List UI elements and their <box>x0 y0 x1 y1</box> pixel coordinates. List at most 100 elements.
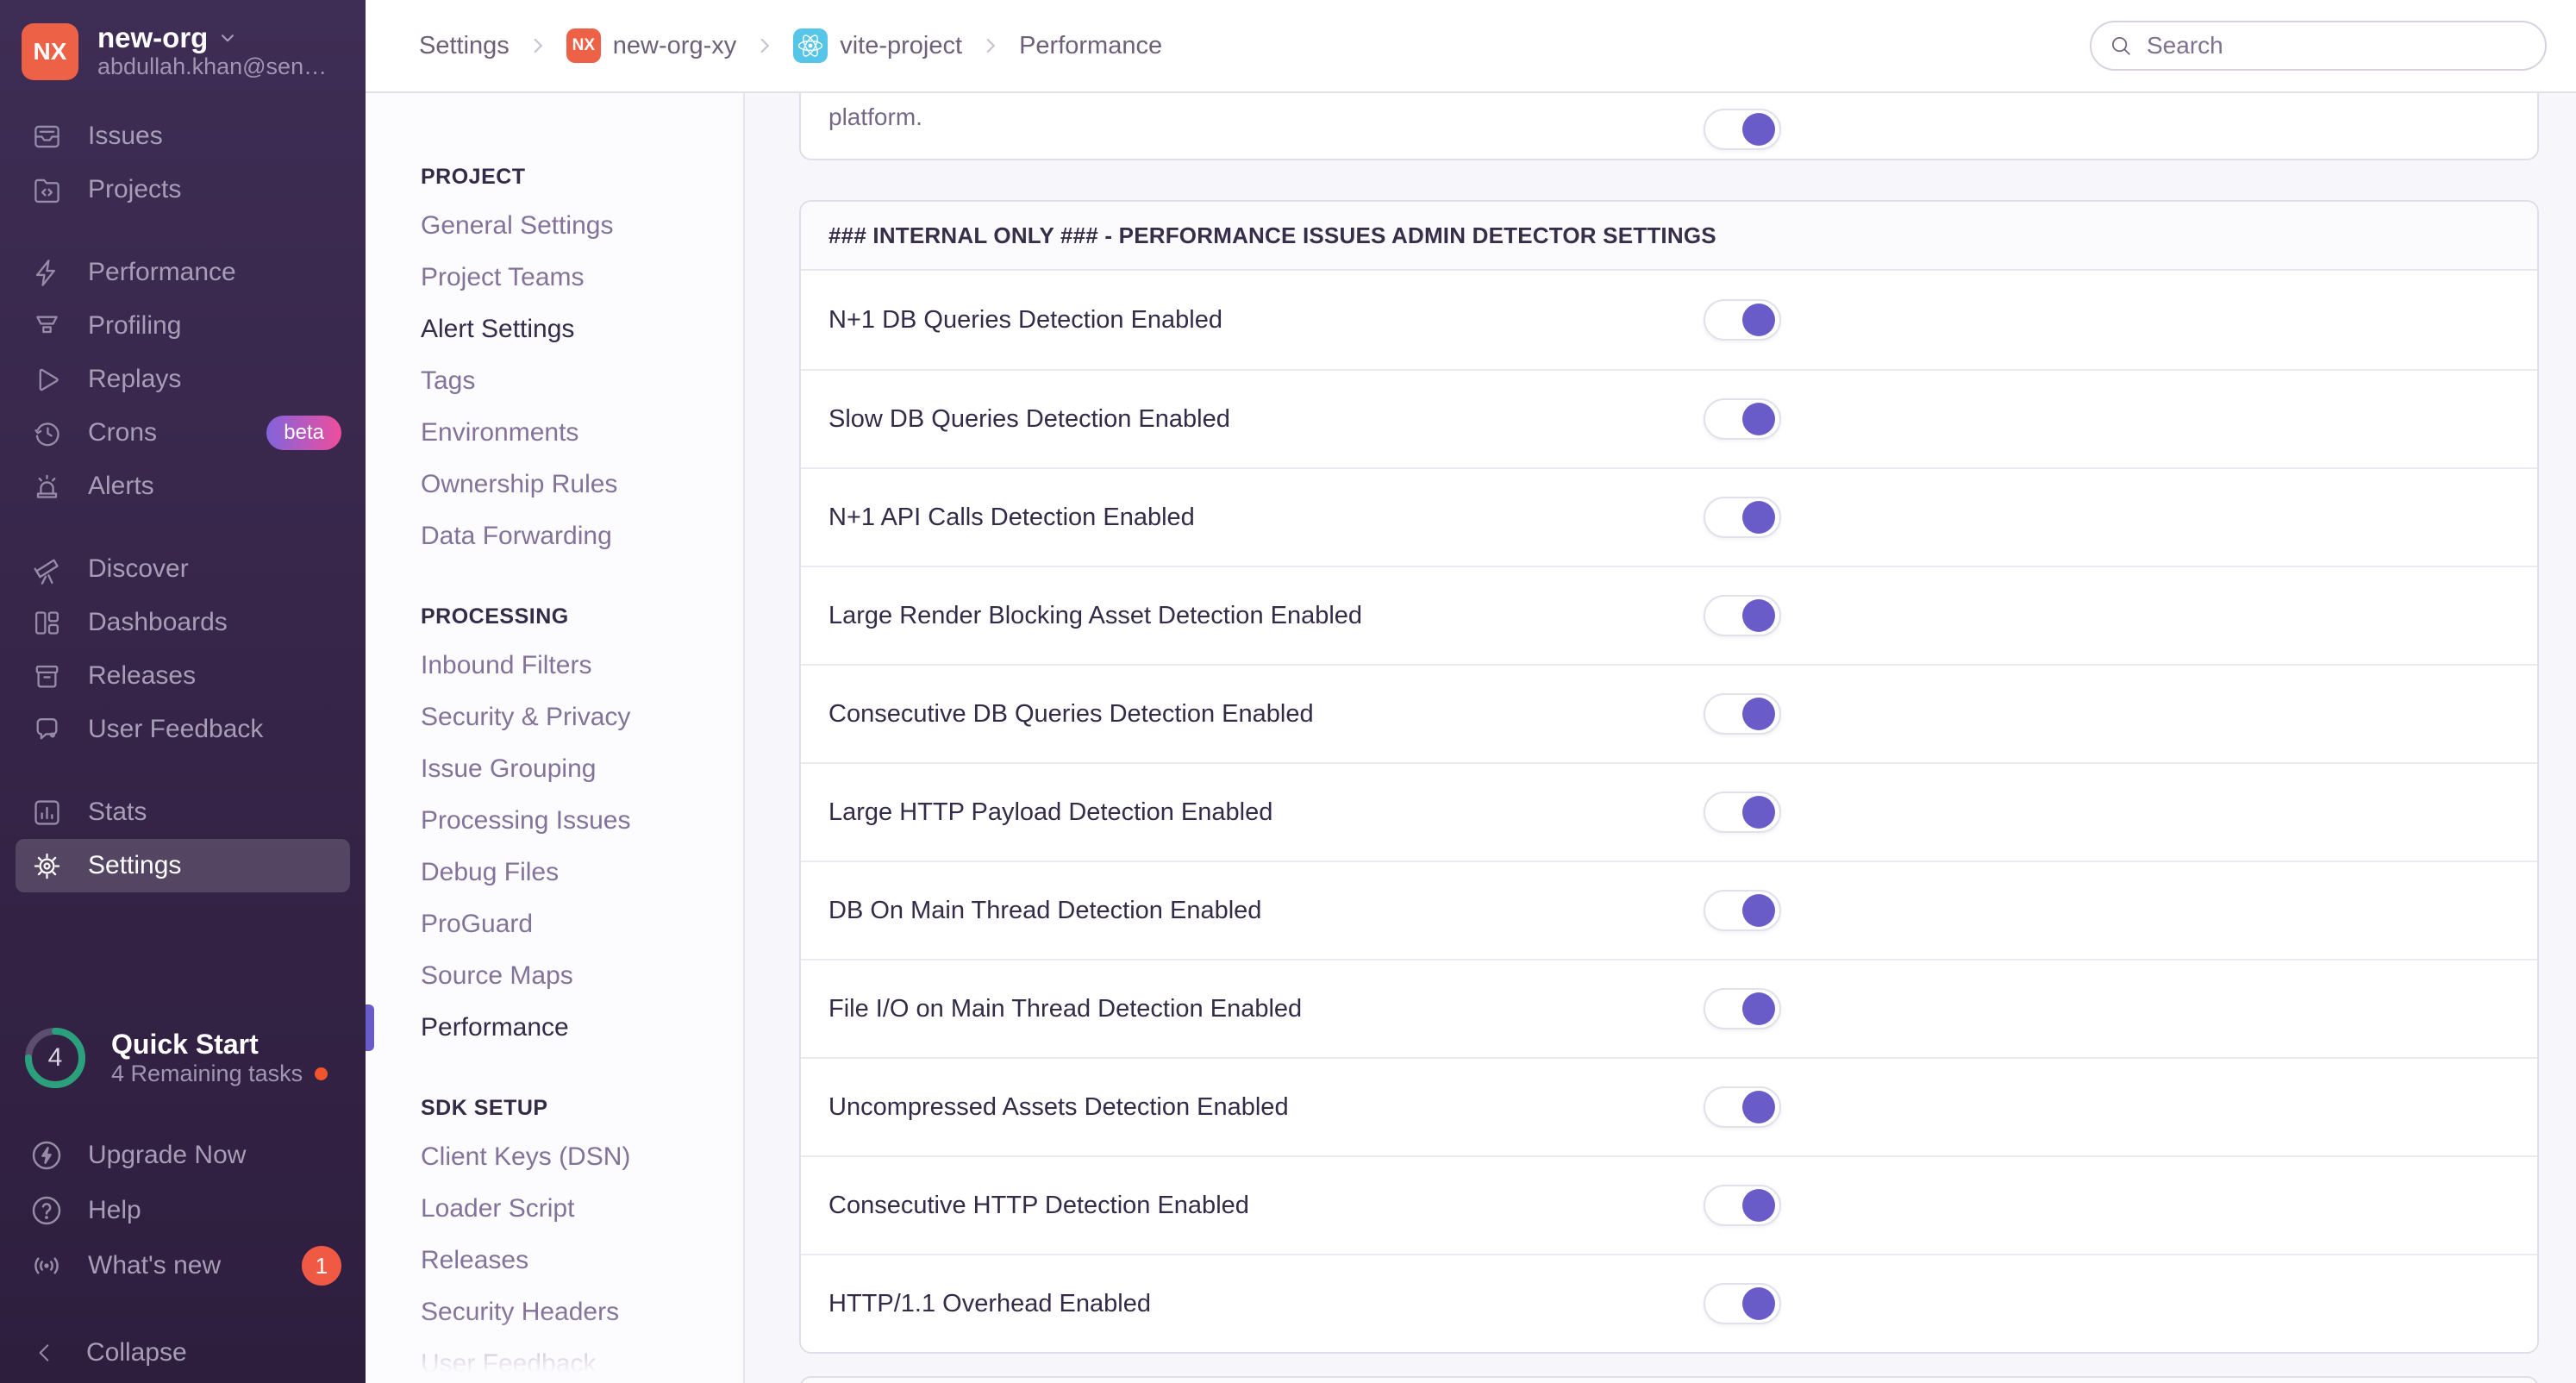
quick-start[interactable]: 4 Quick Start 4 Remaining tasks <box>22 1024 347 1092</box>
notification-dot <box>315 1067 328 1080</box>
breadcrumb-current: Performance <box>1019 31 1163 59</box>
sidebar-item[interactable]: Crons beta <box>16 406 350 460</box>
quick-start-title: Quick Start <box>111 1029 259 1061</box>
subnav-item[interactable]: General Settings <box>421 200 726 252</box>
setting-row: N+1 API Calls Detection Enabled <box>801 467 2537 566</box>
sidebar-item-label: Performance <box>88 258 236 287</box>
setting-toggle[interactable] <box>1704 890 1781 931</box>
sidebar-item[interactable]: Performance <box>16 246 350 299</box>
setting-rows: N+1 DB Queries Detection Enabled Slow DB… <box>801 271 2537 1352</box>
sidebar-item-label: Discover <box>88 554 189 584</box>
subnav-item[interactable]: Processing Issues <box>421 795 726 847</box>
setting-toggle[interactable] <box>1704 792 1781 833</box>
setting-label: Slow DB Queries Detection Enabled <box>828 404 1230 433</box>
subnav-item[interactable]: User Feedback <box>421 1338 726 1383</box>
subnav-items: General Settings Project Teams Alert Set… <box>421 200 726 562</box>
sidebar-item[interactable]: Alerts <box>16 460 350 513</box>
setting-label: N+1 DB Queries Detection Enabled <box>828 305 1223 334</box>
breadcrumb-project-label: vite-project <box>840 31 963 59</box>
setting-row: HTTP/1.1 Overhead Enabled <box>801 1254 2537 1352</box>
sidebar-item[interactable]: Releases <box>16 649 350 703</box>
sidebar-item[interactable]: Projects <box>16 163 350 216</box>
sidebar-footer-item[interactable]: Help <box>16 1183 350 1238</box>
upgrade-icon <box>29 1138 64 1173</box>
toggle-knob <box>1742 894 1775 927</box>
subnav-item[interactable]: Source Maps <box>421 950 726 1002</box>
setting-label: DB On Main Thread Detection Enabled <box>828 896 1262 924</box>
subnav-item[interactable]: Security & Privacy <box>421 692 726 743</box>
sidebar-item[interactable]: Replays <box>16 353 350 406</box>
subnav-item[interactable]: Data Forwarding <box>421 510 726 562</box>
sidebar-item[interactable]: Settings <box>16 839 350 893</box>
toggle-knob <box>1742 1189 1775 1222</box>
subnav-item[interactable]: Client Keys (DSN) <box>421 1131 726 1183</box>
alerts-icon <box>29 471 64 503</box>
search-input[interactable] <box>2145 31 2533 60</box>
sidebar-group: Performance Profiling Replays Crons beta… <box>0 246 366 513</box>
setting-toggle[interactable] <box>1704 693 1781 735</box>
setting-toggle[interactable] <box>1704 497 1781 538</box>
sidebar-item[interactable]: Issues <box>16 110 350 163</box>
breadcrumb-settings[interactable]: Settings <box>419 32 510 60</box>
setting-toggle[interactable] <box>1704 988 1781 1029</box>
toggle-knob <box>1742 113 1775 146</box>
setting-label: Consecutive HTTP Detection Enabled <box>828 1191 1249 1219</box>
sidebar-item[interactable]: Dashboards <box>16 596 350 649</box>
subnav-item[interactable]: Loader Script <box>421 1183 726 1235</box>
setting-label: File I/O on Main Thread Detection Enable… <box>828 994 1303 1023</box>
subnav-items: Inbound Filters Security & Privacy Issue… <box>366 640 726 1054</box>
toggle-knob <box>1742 599 1775 632</box>
setting-toggle[interactable] <box>1704 1086 1781 1128</box>
subnav-items: Client Keys (DSN) Loader Script Releases… <box>421 1131 726 1383</box>
breadcrumb-project[interactable]: vite-project <box>793 28 962 63</box>
setting-toggle[interactable] <box>1704 1185 1781 1226</box>
setting-label: N+1 API Calls Detection Enabled <box>828 503 1195 531</box>
quick-start-subtitle: 4 Remaining tasks <box>111 1060 303 1086</box>
subnav-item[interactable]: Environments <box>421 407 726 459</box>
sidebar-footer-item[interactable]: Upgrade Now <box>16 1128 350 1183</box>
subnav-item[interactable]: Alert Settings <box>421 304 726 355</box>
setting-toggle[interactable] <box>1704 299 1781 341</box>
subnav-item[interactable]: Performance <box>366 1002 726 1054</box>
chevron-down-icon <box>216 27 239 49</box>
sidebar-footer-item[interactable]: What's new 1 <box>16 1238 350 1293</box>
subnav-item[interactable]: Releases <box>421 1235 726 1286</box>
chevron-right-icon <box>527 34 549 57</box>
subnav-item[interactable]: ProGuard <box>421 898 726 950</box>
breadcrumb-org[interactable]: NX new-org-xy <box>566 28 736 63</box>
setting-label: Large Render Blocking Asset Detection En… <box>828 601 1363 629</box>
setting-toggle[interactable] <box>1704 398 1781 440</box>
subnav-section-sdk-setup: SDK SETUP Client Keys (DSN) Loader Scrip… <box>421 1085 726 1383</box>
discover-icon <box>29 554 64 585</box>
clipped-toggle[interactable] <box>1704 109 1781 150</box>
clipped-description: platform. <box>828 103 922 130</box>
stats-icon <box>29 797 64 829</box>
breadcrumb-org-label: new-org-xy <box>612 31 737 59</box>
setting-row: Consecutive DB Queries Detection Enabled <box>801 664 2537 762</box>
issues-icon <box>29 121 64 153</box>
subnav-item[interactable]: Tags <box>421 355 726 407</box>
subnav-item[interactable]: Inbound Filters <box>421 640 726 692</box>
subnav-item[interactable]: Issue Grouping <box>421 743 726 795</box>
setting-toggle[interactable] <box>1704 1283 1781 1324</box>
subnav-item[interactable]: Ownership Rules <box>421 459 726 510</box>
subnav-item[interactable]: Security Headers <box>421 1286 726 1338</box>
sidebar-item[interactable]: Discover <box>16 542 350 596</box>
sidebar-item[interactable]: Profiling <box>16 299 350 353</box>
org-email: abdullah.khan@sen… <box>97 53 328 80</box>
sidebar-group: Issues Projects <box>0 110 366 216</box>
setting-toggle[interactable] <box>1704 595 1781 636</box>
sidebar-item[interactable]: Stats <box>16 785 350 839</box>
help-icon <box>29 1193 64 1228</box>
setting-label: Consecutive DB Queries Detection Enabled <box>828 699 1314 728</box>
subnav-item[interactable]: Project Teams <box>421 252 726 304</box>
settings-subnav: PROJECT General Settings Project Teams A… <box>366 93 745 1383</box>
collapse-button[interactable]: Collapse <box>14 1323 350 1383</box>
settings-icon <box>29 850 64 882</box>
sidebar-item[interactable]: User Feedback <box>16 703 350 756</box>
toggle-knob <box>1742 1287 1775 1320</box>
subnav-item[interactable]: Debug Files <box>421 847 726 898</box>
org-switcher[interactable]: NX new-org abdullah.khan@sen… <box>22 22 347 80</box>
sidebar-footer-label: Help <box>88 1196 141 1224</box>
search-box <box>2090 21 2547 71</box>
